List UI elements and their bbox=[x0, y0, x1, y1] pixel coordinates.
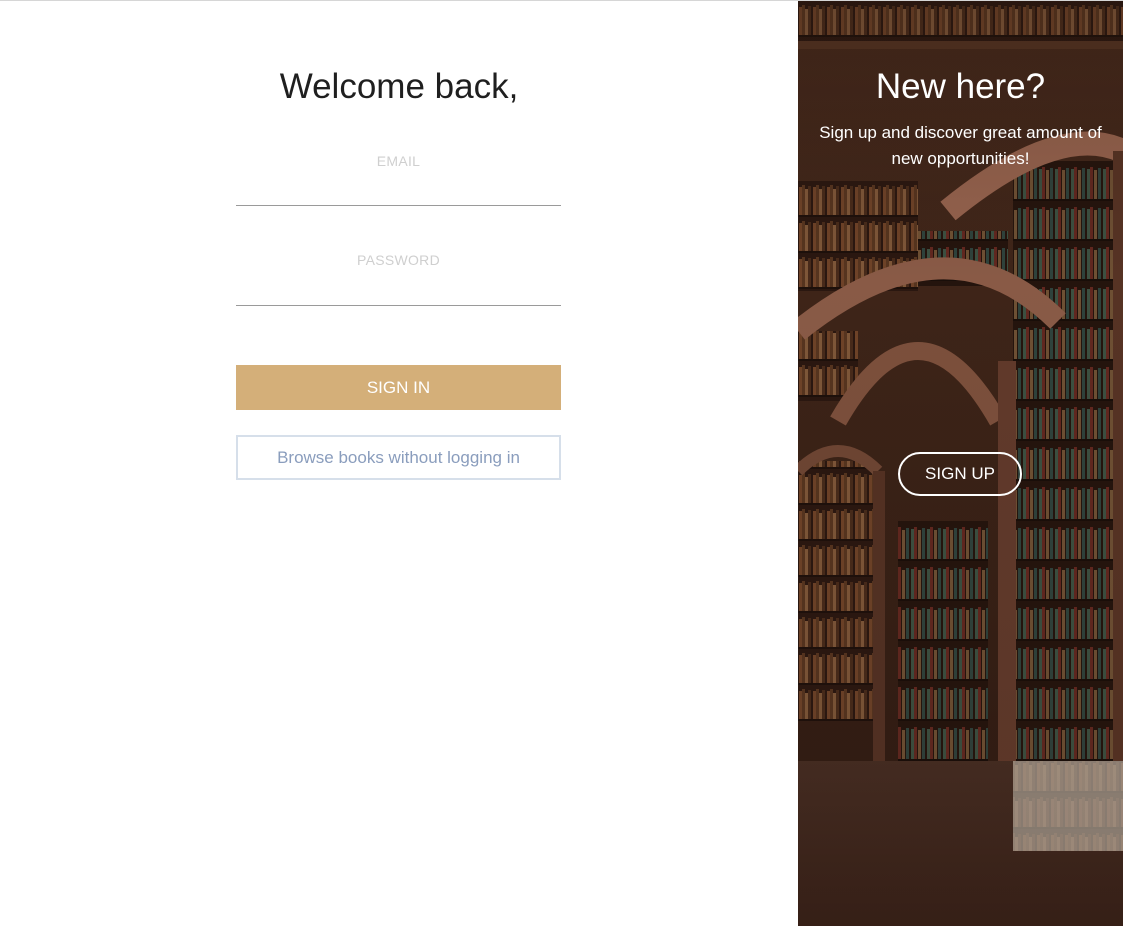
sign-in-form: Welcome back, EMAIL PASSWORD SIGN IN Bro… bbox=[0, 1, 798, 926]
browse-without-login-button[interactable]: Browse books without logging in bbox=[236, 435, 561, 480]
page: Welcome back, EMAIL PASSWORD SIGN IN Bro… bbox=[0, 0, 1123, 926]
promo-title: New here? bbox=[875, 67, 1046, 106]
email-field[interactable] bbox=[236, 178, 561, 206]
sign-up-panel: New here? Sign up and discover great amo… bbox=[798, 1, 1123, 926]
sign-in-button[interactable]: SIGN IN bbox=[236, 365, 561, 410]
page-title: Welcome back, bbox=[279, 67, 519, 106]
password-field[interactable] bbox=[236, 278, 561, 306]
password-label: PASSWORD bbox=[356, 252, 441, 268]
email-label: EMAIL bbox=[376, 153, 421, 169]
sign-up-button[interactable]: SIGN UP bbox=[898, 452, 1022, 496]
promo-text: Sign up and discover great amount of new… bbox=[819, 123, 1102, 168]
